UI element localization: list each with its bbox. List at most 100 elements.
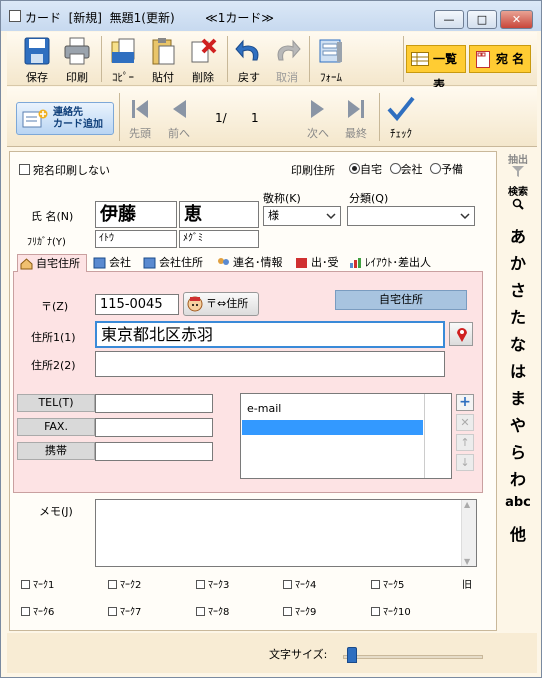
mark9-checkbox[interactable]: ﾏｰｸ9 [283,603,316,618]
mark3-checkbox[interactable]: ﾏｰｸ3 [196,576,229,591]
tab-sent-received[interactable]: 出･受 [293,254,339,272]
mark10-checkbox[interactable]: ﾏｰｸ10 [371,603,411,618]
print-address-label: 印刷住所 [291,164,335,177]
first-record-button[interactable]: 先頭 [125,96,155,141]
add-card-label-1: 連絡先 [53,107,83,118]
address2-input[interactable] [95,351,445,377]
zip-address-convert-button[interactable]: 〒⇔住所 [183,292,259,316]
tab-joint-names[interactable]: 連名･情報 [215,254,283,272]
search-button[interactable]: 検索 [499,183,537,210]
radio-company[interactable]: 会社 [389,163,423,176]
memo-textarea[interactable] [95,499,477,567]
radio-empty-icon [430,163,441,174]
list-view-button[interactable]: 一覧表 [406,45,466,92]
radio-spare[interactable]: 予備 [430,163,463,176]
extract-button[interactable]: 抽出 [499,151,537,177]
mobile-input[interactable] [95,442,213,461]
fax-input[interactable] [95,418,213,437]
honorific-select[interactable]: 様 [263,206,341,226]
mark2-checkbox[interactable]: ﾏｰｸ2 [108,576,141,591]
next-icon [311,100,324,118]
add-card-label-2: カード追加 [53,119,103,130]
building-icon [143,257,156,269]
close-button[interactable]: ✕ [500,10,533,29]
tel-input[interactable] [95,394,213,413]
save-label: 保存 [26,71,48,84]
index-sa[interactable]: さ [499,277,537,301]
skip-first-icon [132,100,148,118]
index-ha[interactable]: は [499,358,537,382]
mark-label: ﾏｰｸ9 [295,607,317,618]
index-ya[interactable]: や [499,412,537,436]
index-a[interactable]: あ [499,223,537,247]
tab-company[interactable]: 会社 [91,254,131,272]
delete-label: 削除 [192,71,214,84]
radio-home[interactable]: 自宅 [349,163,382,176]
last-name-input[interactable]: 伊藤 [95,201,177,228]
zip-input[interactable]: 115-0045 [95,294,179,315]
copy-button[interactable]: ｺﾋﾟｰ [105,36,141,85]
layout-chart-icon [350,258,361,268]
category-select[interactable] [347,206,475,226]
prev-record-button[interactable]: 前へ [164,96,194,141]
add-contact-card-button[interactable]: 連絡先 カード追加 [16,102,114,135]
email-remove-button[interactable]: ✕ [456,414,474,431]
mark1-checkbox[interactable]: ﾏｰｸ1 [21,576,54,591]
address2-label: 住所2(2) [31,359,76,372]
mark5-checkbox[interactable]: ﾏｰｸ5 [371,576,404,591]
form-button[interactable]: ﾌｫｰﾑ [311,36,351,85]
index-other[interactable]: 他 [499,521,537,545]
save-button[interactable]: 保存 [19,36,55,85]
map-pin-button[interactable] [449,322,473,346]
last-kana-input[interactable]: ｲﾄｳ [95,230,177,248]
delete-button[interactable]: 削除 [185,36,221,85]
address-label-button[interactable]: 宛 名 [469,45,531,73]
email-move-up-button[interactable]: ↑ [456,434,474,451]
email-add-button[interactable]: + [456,394,474,411]
index-ta[interactable]: た [499,304,537,328]
tab-home-address[interactable]: 自宅住所 [17,254,87,272]
address1-input[interactable]: 東京都北区赤羽 [95,321,445,348]
honorific-value: 様 [268,209,279,222]
mark6-checkbox[interactable]: ﾏｰｸ6 [21,603,54,618]
index-ma[interactable]: ま [499,385,537,409]
tab-label: ﾚｲｱｳﾄ･差出人 [365,256,431,269]
memo-scrollbar[interactable]: ▲ ▼ [461,500,476,566]
email-selected-row[interactable] [242,420,423,435]
maximize-button[interactable]: □ [467,10,497,29]
no-print-checkbox[interactable]: 宛名印刷しない [19,162,110,178]
arrow-up-icon: ↑ [460,436,470,449]
mark8-checkbox[interactable]: ﾏｰｸ8 [196,603,229,618]
undo-label: 戻す [238,71,260,84]
index-abc[interactable]: abc [499,495,537,510]
first-name-input[interactable]: 恵 [179,201,259,228]
email-list[interactable]: e-mail [240,393,452,479]
index-wa[interactable]: わ [499,466,537,490]
paste-button[interactable]: 貼付 [145,36,181,85]
postman-icon [187,296,203,312]
mark4-checkbox[interactable]: ﾏｰｸ4 [283,576,316,591]
tab-company-address[interactable]: 会社住所 [141,254,203,272]
zip-convert-label: 〒⇔住所 [206,297,249,310]
index-ka[interactable]: か [499,250,537,274]
redo-button[interactable]: 取消 [269,36,305,85]
check-button[interactable]: ﾁｪｯｸ [385,96,417,141]
email-move-down-button[interactable]: ↓ [456,454,474,471]
copy-label: ｺﾋﾟｰ [112,71,134,84]
first-kana-input[interactable]: ﾒｸﾞﾐ [179,230,259,248]
last-record-button[interactable]: 最終 [341,96,371,141]
next-record-button[interactable]: 次へ [303,96,333,141]
font-size-slider-thumb[interactable] [346,647,357,663]
old-indicator: 旧 [462,580,472,591]
fax-label: FAX. [17,418,95,436]
print-button[interactable]: 印刷 [59,36,95,85]
undo-button[interactable]: 戻す [231,36,267,85]
mark7-checkbox[interactable]: ﾏｰｸ7 [108,603,141,618]
tab-label: 出･受 [311,256,339,269]
font-size-slider-track[interactable] [343,655,483,659]
index-na[interactable]: な [499,331,537,355]
index-ra[interactable]: ら [499,439,537,463]
minimize-button[interactable]: — [434,10,464,29]
tab-layout-sender[interactable]: ﾚｲｱｳﾄ･差出人 [347,254,431,272]
save-icon [24,37,50,65]
